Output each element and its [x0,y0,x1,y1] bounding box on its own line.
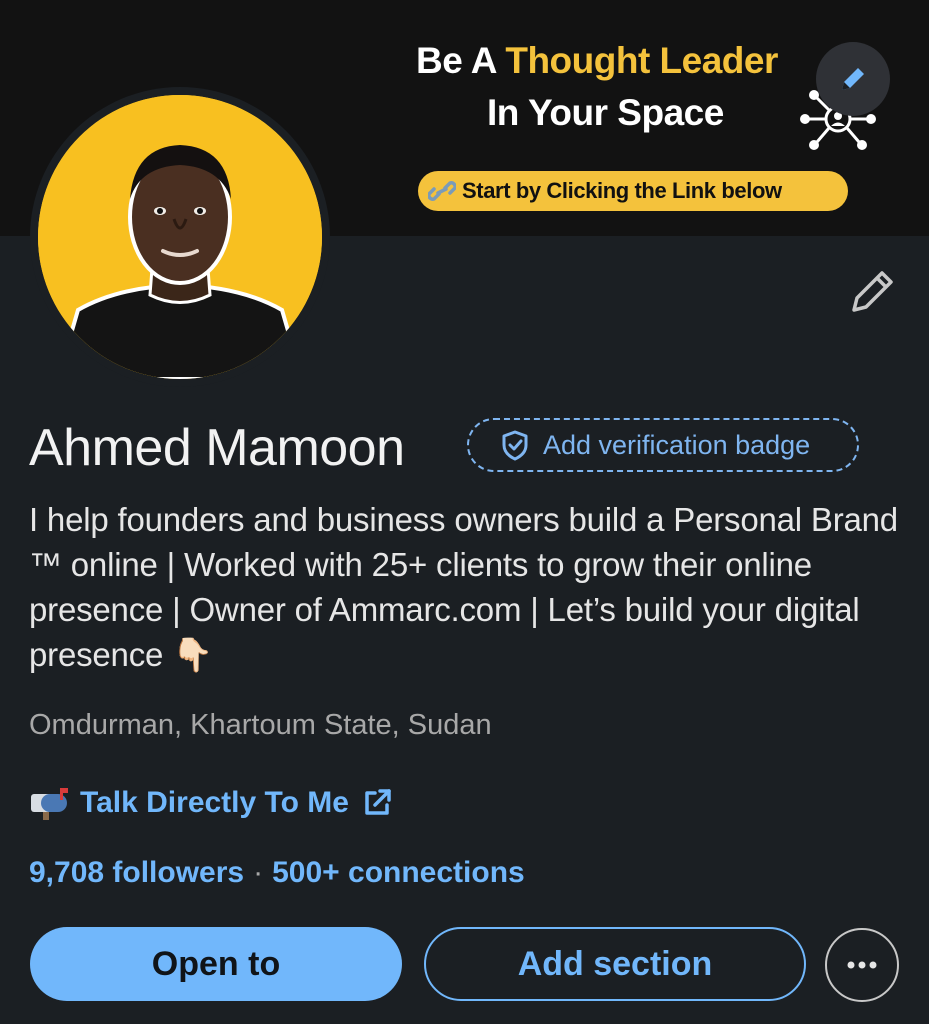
shield-check-icon [502,430,528,461]
pencil-icon [842,68,864,90]
connections-link[interactable]: 500+ connections [272,856,525,889]
mailbox-icon [31,788,68,820]
profile-location: Omdurman, Khartoum State, Sudan [29,709,492,741]
avatar[interactable] [38,95,322,379]
stats-separator: · [253,856,264,889]
banner-subheadline: In Your Space [487,92,724,133]
profile-stats: 9,708 followers · 500+ connections [29,856,525,890]
link-chain-icon [428,181,456,201]
open-to-button[interactable]: Open to [30,927,402,1001]
profile-headline: I help founders and business owners buil… [29,501,898,673]
banner-cta-text: Start by Clicking the Link below [462,178,782,203]
verification-label: Add verification badge [543,429,811,460]
followers-link[interactable]: 9,708 followers [29,856,244,889]
avatar-photo [38,95,322,379]
website-link-label[interactable]: Talk Directly To Me [80,786,349,820]
banner-cta-pill: Start by Clicking the Link below [418,171,848,211]
more-horizontal-icon [847,961,877,969]
edit-profile-pencil-icon[interactable] [846,266,898,318]
profile-name: Ahmed Mamoon [29,419,405,477]
external-link-icon [365,789,391,815]
more-actions-button[interactable] [825,928,899,1002]
profile-website-link[interactable]: Talk Directly To Me [29,783,393,823]
add-verification-badge-button[interactable]: Add verification badge [467,418,859,472]
add-section-button[interactable]: Add section [424,927,806,1001]
edit-banner-button[interactable] [816,42,890,116]
banner-headline: Be A Thought Leader [416,40,778,81]
